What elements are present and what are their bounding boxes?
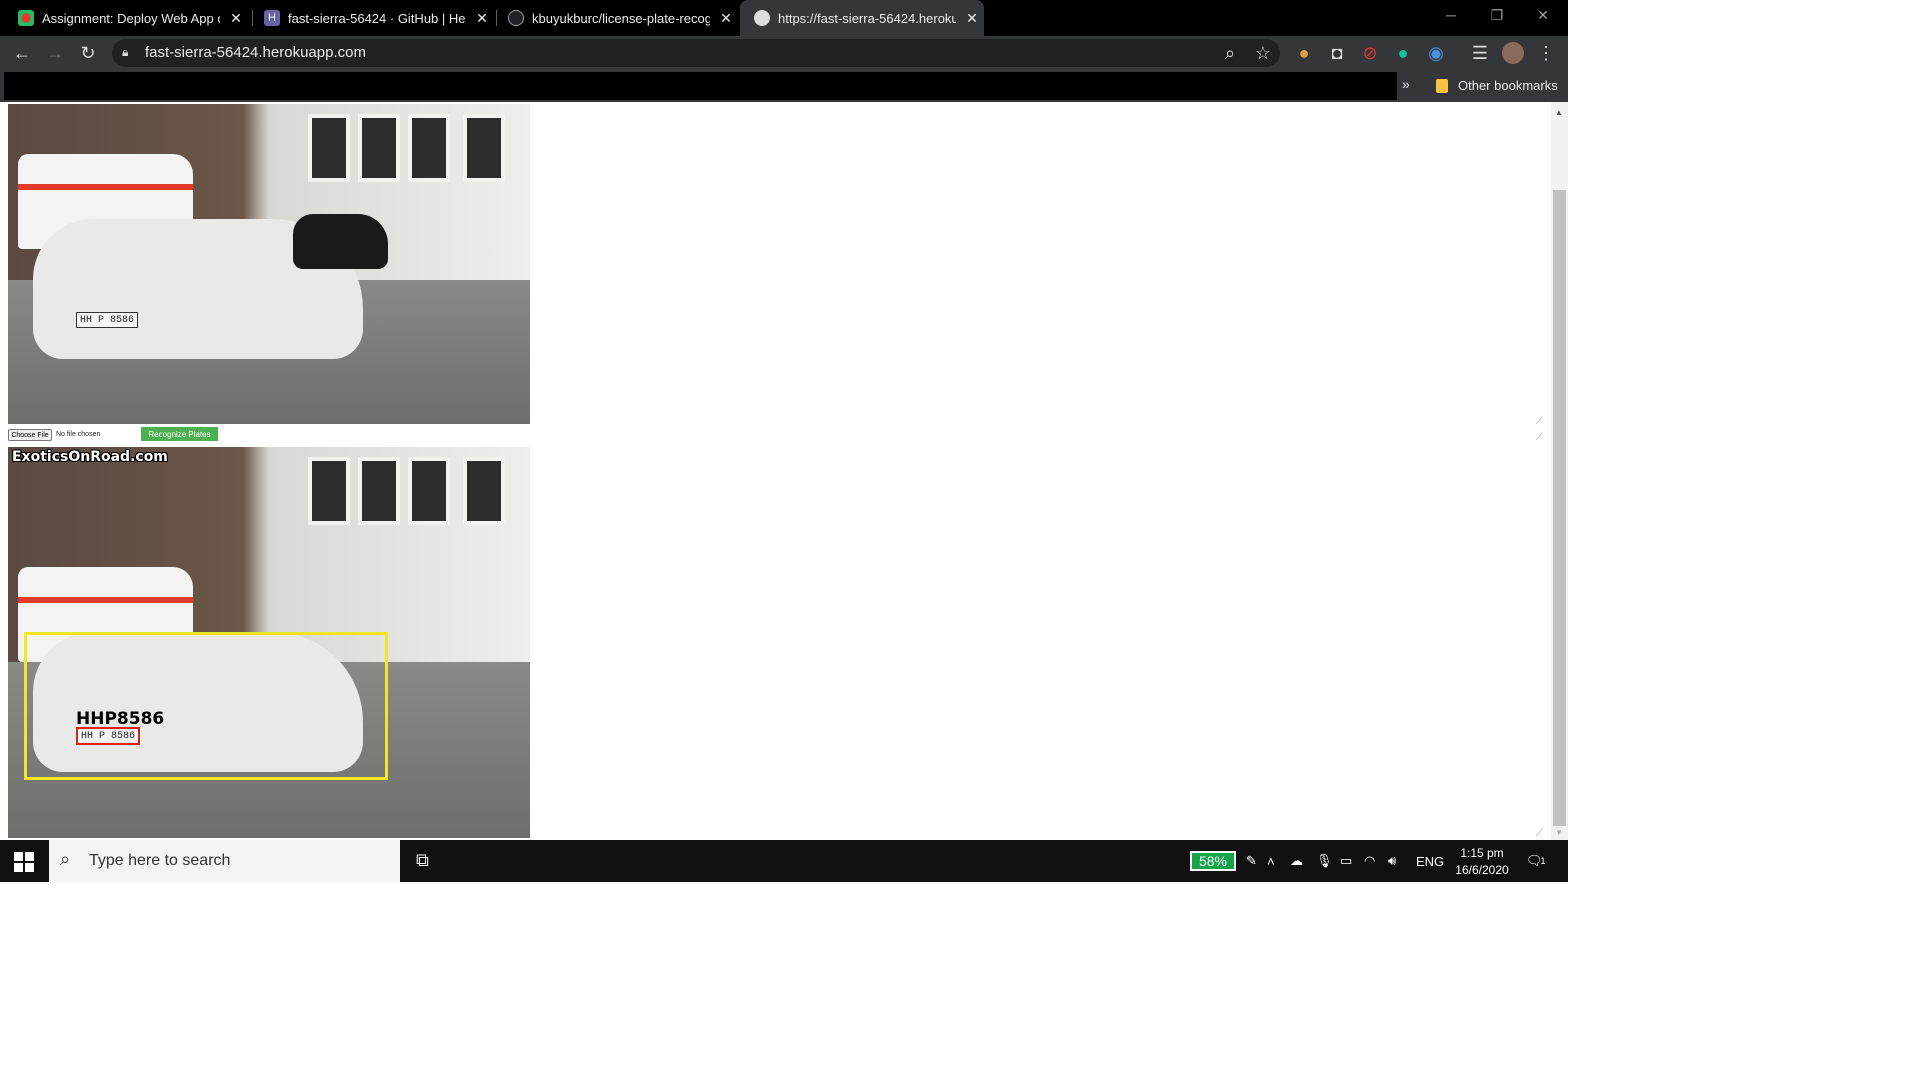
resize-handle-icon[interactable]: ⟋ bbox=[1536, 432, 1543, 443]
result-image: ExoticsOnRoad.com HHP8586 HH P 8586 bbox=[8, 447, 530, 838]
pocket-extension-icon[interactable]: ◘ bbox=[1323, 36, 1351, 70]
clock[interactable]: 1:15 pm 16/6/2020 bbox=[1452, 845, 1512, 879]
globe-icon bbox=[754, 10, 770, 26]
close-icon[interactable]: ✕ bbox=[964, 10, 980, 27]
scroll-up-icon[interactable]: ▲ bbox=[1555, 108, 1563, 117]
tab-title: https://fast-sierra-56424.herokua bbox=[778, 10, 956, 26]
close-icon[interactable]: ✕ bbox=[228, 10, 244, 27]
date-text: 16/6/2020 bbox=[1455, 863, 1509, 877]
search-placeholder: Type here to search bbox=[89, 852, 231, 869]
other-bookmarks-button[interactable]: Other bookmarks bbox=[1458, 78, 1558, 93]
windows-start-icon[interactable] bbox=[14, 852, 34, 872]
tab-title: fast-sierra-56424 · GitHub | Herol bbox=[288, 10, 466, 26]
minimize-icon[interactable]: ─ bbox=[1428, 0, 1474, 30]
resize-handle-icon[interactable]: ⟋ bbox=[1536, 828, 1543, 839]
cookie-extension-icon[interactable]: ● bbox=[1290, 36, 1318, 70]
bookmark-star-icon[interactable]: ☆ bbox=[1249, 36, 1277, 70]
battery-percentage[interactable]: 58% bbox=[1190, 851, 1236, 871]
window-close-icon[interactable]: ✕ bbox=[1520, 0, 1566, 30]
time-text: 1:15 pm bbox=[1460, 846, 1504, 860]
notification-icon[interactable]: 🗨︎ 1 bbox=[1526, 840, 1546, 882]
bookmarks-area bbox=[4, 72, 1397, 100]
tab-title: kbuyukburc/license-plate-recogn bbox=[532, 10, 710, 26]
github-icon bbox=[508, 10, 524, 26]
resize-handle-icon[interactable]: ⟋ bbox=[1536, 416, 1543, 427]
choose-file-button[interactable]: Choose File bbox=[8, 429, 52, 441]
bookmarks-overflow-button[interactable]: » bbox=[1402, 76, 1410, 92]
wifi-icon[interactable]: ◠ bbox=[1364, 840, 1375, 882]
blocker-extension-icon[interactable]: ⊘ bbox=[1356, 36, 1384, 70]
cloud-icon[interactable]: ☁ bbox=[1290, 840, 1303, 882]
search-icon: ⌕ bbox=[60, 849, 71, 869]
tab-assignment[interactable]: Assignment: Deploy Web App on ✕ bbox=[4, 0, 248, 36]
tab-app-active[interactable]: https://fast-sierra-56424.herokua ✕ bbox=[740, 0, 984, 36]
heroku-icon: H bbox=[264, 10, 280, 26]
tab-github[interactable]: kbuyukburc/license-plate-recogn ✕ bbox=[494, 0, 738, 36]
avatar[interactable] bbox=[1499, 36, 1527, 70]
battery-icon[interactable]: ▭ bbox=[1340, 840, 1352, 882]
microphone-icon[interactable]: 🎙︎ bbox=[1316, 840, 1333, 882]
tab-heroku[interactable]: H fast-sierra-56424 · GitHub | Herol ✕ bbox=[250, 0, 494, 36]
forward-icon[interactable]: → bbox=[41, 36, 69, 70]
close-icon[interactable]: ✕ bbox=[718, 10, 734, 27]
scrollbar-thumb[interactable] bbox=[1553, 190, 1566, 826]
pen-icon[interactable]: ✎ bbox=[1246, 840, 1257, 882]
zoom-icon[interactable]: ⌕ bbox=[1216, 36, 1244, 70]
close-icon[interactable]: ✕ bbox=[474, 10, 490, 27]
watermark-text: ExoticsOnRoad.com bbox=[12, 449, 168, 465]
input-image: HH P 8586 bbox=[8, 104, 530, 424]
task-view-icon[interactable]: ⧉ bbox=[416, 850, 429, 871]
grammarly-extension-icon[interactable]: ● bbox=[1389, 36, 1417, 70]
language-indicator[interactable]: ENG bbox=[1416, 840, 1444, 882]
detected-plate-text: HHP8586 bbox=[76, 709, 165, 729]
scroll-down-icon[interactable]: ▼ bbox=[1555, 828, 1563, 837]
lock-icon: 🔒︎ bbox=[122, 45, 129, 59]
chevron-up-icon[interactable]: ˄ bbox=[1267, 840, 1275, 882]
license-plate: HH P 8586 bbox=[76, 312, 138, 328]
file-status-text: No file chosen bbox=[56, 431, 101, 438]
url-text[interactable]: fast-sierra-56424.herokuapp.com bbox=[145, 44, 366, 61]
restore-icon[interactable]: ❐ bbox=[1474, 0, 1520, 30]
eyes-extension-icon[interactable]: ◉ bbox=[1422, 36, 1450, 70]
tab-title: Assignment: Deploy Web App on bbox=[42, 10, 220, 26]
recognize-plates-button[interactable]: Recognize Plates bbox=[141, 427, 218, 441]
reload-icon[interactable]: ↻ bbox=[74, 36, 102, 70]
plate-detection-box: HH P 8586 bbox=[76, 727, 140, 745]
folder-icon bbox=[1436, 79, 1448, 93]
back-icon[interactable]: ← bbox=[8, 36, 36, 70]
car-detection-box bbox=[24, 632, 388, 780]
app-icon bbox=[18, 10, 34, 26]
media-control-icon[interactable]: ☰ bbox=[1466, 36, 1494, 70]
notification-count: 1 bbox=[1540, 856, 1546, 866]
volume-icon[interactable]: 🔊︎ bbox=[1388, 840, 1396, 882]
menu-icon[interactable]: ⋮ bbox=[1532, 36, 1560, 70]
